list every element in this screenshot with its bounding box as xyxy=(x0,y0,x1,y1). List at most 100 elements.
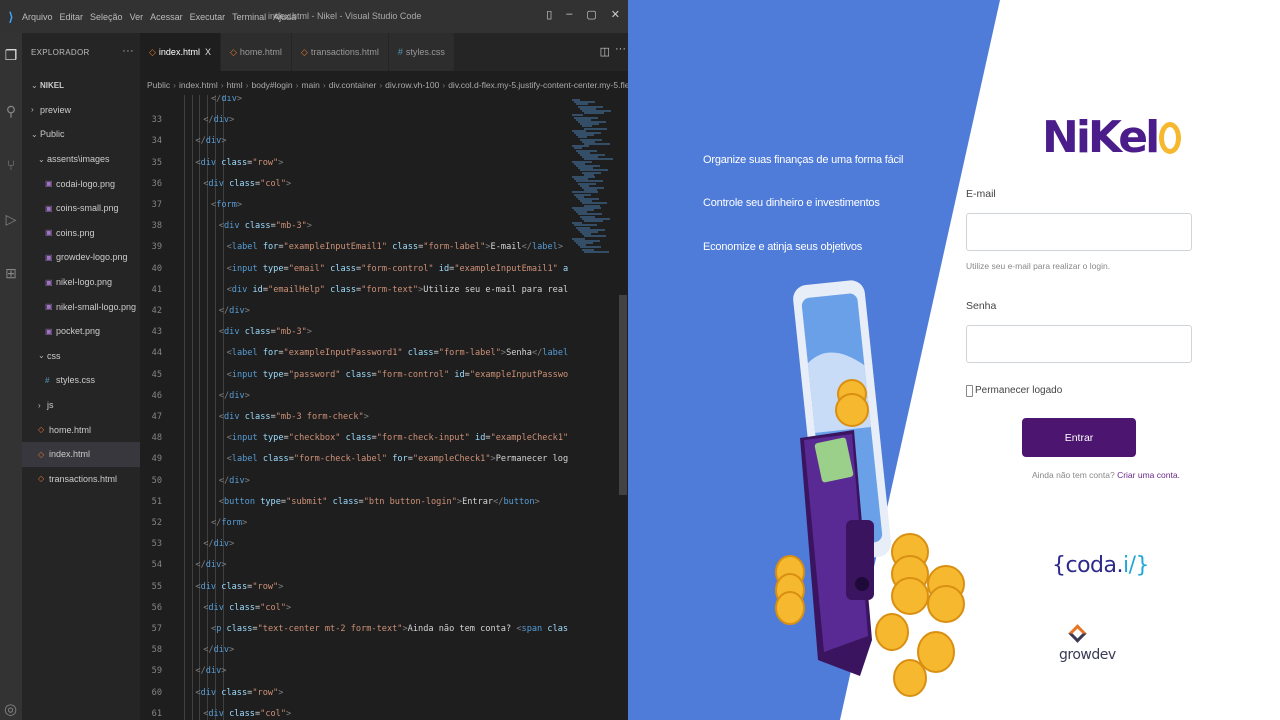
explorer-icon[interactable]: ❐ xyxy=(4,45,18,65)
tree-item[interactable]: ◇ transactions.html xyxy=(22,467,140,492)
remember-checkbox[interactable] xyxy=(966,385,973,397)
tree-item[interactable]: # styles.css xyxy=(22,368,140,393)
run-debug-icon[interactable]: ▷ xyxy=(4,209,18,229)
layout-icon[interactable]: ▯ xyxy=(546,8,552,21)
email-field[interactable] xyxy=(966,213,1192,251)
menu-item[interactable]: Arquivo xyxy=(22,12,53,22)
code-editor[interactable]: </div> 33 </div> 34 </div> 35 <div class="row"… xyxy=(140,95,628,720)
code-token: </ xyxy=(203,645,214,656)
extensions-icon[interactable]: ⊞ xyxy=(4,263,18,283)
tab-index-html[interactable]: ◇ index.html X xyxy=(140,33,221,71)
code-token: "checkbox" xyxy=(288,433,341,444)
code-token: > xyxy=(557,242,564,253)
menu-item[interactable]: Acessar xyxy=(150,12,183,22)
breadcrumb-item[interactable]: html xyxy=(227,80,243,90)
more-actions-icon[interactable]: ··· xyxy=(122,45,134,57)
tab-more-icon[interactable]: ··· xyxy=(615,43,626,55)
nikel-logo-text: NiKel xyxy=(1042,112,1160,163)
tree-item[interactable]: ⌄ css xyxy=(22,344,140,369)
minimap[interactable] xyxy=(568,95,618,720)
breadcrumb-item[interactable]: body#login xyxy=(252,80,293,90)
tree-item[interactable]: ⌄ Public xyxy=(22,122,140,147)
code-token: div xyxy=(200,157,217,168)
create-account-link[interactable]: Criar uma conta. xyxy=(1117,470,1180,480)
code-token: id xyxy=(433,263,450,274)
code-token: > xyxy=(534,496,540,507)
line-number: 58 xyxy=(151,645,162,656)
line-number: 57 xyxy=(151,624,162,634)
login-button[interactable]: Entrar xyxy=(1022,418,1136,457)
menu-item[interactable]: Terminal xyxy=(232,12,266,22)
line-number: 33 xyxy=(151,115,162,126)
tree-item[interactable]: ▣ pocket.png xyxy=(22,319,140,344)
code-token: button xyxy=(223,496,256,507)
breadcrumb-item[interactable]: div.col.d-flex.my-5.justify-content-cent… xyxy=(448,80,628,90)
split-editor-icon[interactable]: ◫ xyxy=(600,45,610,58)
minimap-line xyxy=(584,250,609,253)
code-line: <div class="col"> xyxy=(203,709,291,719)
breadcrumb-item[interactable]: index.html xyxy=(179,80,218,90)
indent-guide xyxy=(191,95,193,720)
account-icon[interactable]: ◎ xyxy=(4,700,17,718)
code-token: </ xyxy=(211,95,222,104)
tree-item-label: codai-logo.png xyxy=(56,178,116,189)
code-token: > xyxy=(244,475,250,486)
editor-scrollbar[interactable] xyxy=(618,95,628,720)
breadcrumb-item[interactable]: Public xyxy=(147,80,170,90)
line-number: 55 xyxy=(151,581,162,592)
html-file-icon: ◇ xyxy=(38,474,45,484)
tree-item[interactable]: ⌄ assents\images xyxy=(22,147,140,172)
code-token: Senha xyxy=(506,348,532,359)
code-token: "exampleInputEmail1" xyxy=(283,242,388,253)
tree-item[interactable]: › preview xyxy=(22,98,140,123)
maximize-icon[interactable]: ▢ xyxy=(586,8,596,21)
code-token: div xyxy=(208,602,224,613)
close-icon[interactable]: ✕ xyxy=(611,8,620,21)
source-control-icon[interactable]: ⑂ xyxy=(4,155,18,175)
coin-o-icon xyxy=(1159,122,1182,154)
tree-item[interactable]: ◇ index.html xyxy=(22,441,140,467)
tree-item[interactable]: ▣ coins.png xyxy=(22,221,140,246)
code-token: div xyxy=(208,708,224,719)
code-line: <div class="col"> xyxy=(203,603,291,613)
code-line: <div class="mb-3 form-check"> xyxy=(219,412,369,422)
code-token: </ xyxy=(531,348,543,359)
code-token: "submit" xyxy=(286,496,328,507)
breadcrumb-item[interactable]: div.row.vh-100 xyxy=(385,80,439,90)
tree-item[interactable]: ▣ nikel-logo.png xyxy=(22,270,140,295)
tab-styles-css[interactable]: # styles.css xyxy=(388,33,455,71)
tree-item[interactable]: › js xyxy=(22,393,140,418)
code-token: > xyxy=(229,539,235,550)
password-field[interactable] xyxy=(966,325,1192,363)
breadcrumb-item[interactable]: main xyxy=(301,80,319,90)
scrollbar-thumb[interactable] xyxy=(619,295,627,495)
tree-item[interactable]: ▣ nikel-small-logo.png xyxy=(22,294,140,319)
tree-item[interactable]: ◇ home.html xyxy=(22,417,140,442)
tree-item[interactable]: ▣ coins-small.png xyxy=(22,196,140,221)
project-root[interactable]: ⌄ NIKEL xyxy=(22,73,140,98)
code-token: </ xyxy=(493,496,504,507)
code-token: div xyxy=(229,475,245,486)
tree-item[interactable]: ▣ growdev-logo.png xyxy=(22,245,140,270)
breadcrumb-item[interactable]: div.container xyxy=(329,80,377,90)
code-token: class xyxy=(216,581,248,592)
remember-label[interactable]: Permanecer logado xyxy=(975,385,1062,396)
tab-transactions-html[interactable]: ◇ transactions.html xyxy=(291,33,389,71)
feature-item: Controle seu dinheiro e investimentos xyxy=(703,197,880,209)
tab-home-html[interactable]: ◇ home.html xyxy=(220,33,292,71)
code-token: class xyxy=(239,412,271,422)
search-icon[interactable]: ⚲ xyxy=(4,101,18,121)
code-line: </div> xyxy=(195,666,226,676)
tree-item[interactable]: ▣ codai-logo.png xyxy=(22,171,140,196)
menu-item[interactable]: Editar xyxy=(60,12,84,22)
code-token: > xyxy=(244,306,250,316)
close-tab-icon[interactable]: X xyxy=(205,47,211,57)
code-line: </div> xyxy=(195,136,226,146)
menu-item[interactable]: Ver xyxy=(130,12,144,22)
code-token: > xyxy=(236,95,243,104)
line-number: 38 xyxy=(151,221,162,232)
menu-item[interactable]: Seleção xyxy=(90,12,123,22)
line-number: 52 xyxy=(151,518,162,528)
minimize-icon[interactable]: – xyxy=(566,8,572,21)
menu-item[interactable]: Executar xyxy=(190,12,226,22)
